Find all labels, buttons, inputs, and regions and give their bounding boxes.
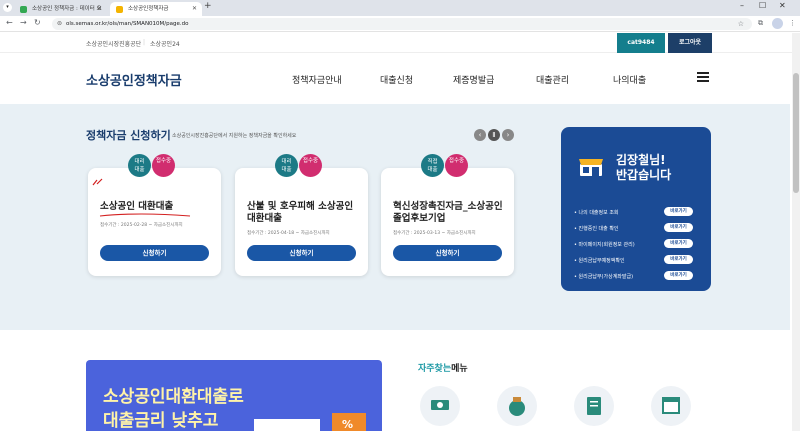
site-info-icon[interactable]: ⊜	[57, 20, 62, 27]
card-title: 혁신성장촉진자금_소상공인 졸업후보기업	[393, 201, 503, 224]
banner-line-1: 소상공인대환대출로	[103, 387, 244, 407]
apply-section: 정책자금 신청하기 소상공인시장진흥공단에서 지원하는 정책자금을 확인하세요 …	[0, 104, 790, 330]
goto-button[interactable]: 바로가기	[664, 223, 693, 232]
apply-button[interactable]: 신청하기	[100, 245, 209, 261]
pause-icon[interactable]: Ⅱ	[488, 129, 500, 141]
tab-favicon	[20, 6, 27, 13]
back-icon[interactable]: ←	[6, 18, 13, 27]
hamburger-menu-icon[interactable]	[697, 72, 709, 82]
goto-button[interactable]: 바로가기	[664, 271, 693, 280]
browser-tab-2[interactable]: 소상공인정책자금 ✕	[110, 2, 202, 16]
status-badge: 접수중	[299, 154, 322, 177]
goto-button[interactable]: 바로가기	[664, 255, 693, 264]
close-tab-icon[interactable]: ✕	[192, 2, 197, 16]
section-title: 정책자금 신청하기	[86, 129, 171, 142]
url-text: ols.semas.or.kr/ols/man/SMAN010M/page.do	[66, 21, 189, 27]
goto-button[interactable]: 바로가기	[664, 239, 693, 248]
browser-toolbar: ← → ↻ ⊜ ols.semas.or.kr/ols/man/SMAN010M…	[0, 16, 800, 32]
quick-item-label: • 원리금납부예정액확인	[574, 258, 625, 264]
extensions-icon[interactable]: ⧉	[758, 19, 763, 28]
banner-document-graphic	[254, 419, 320, 431]
utility-bar: 소상공인시장진흥공단 | 소상공인24 cat9484 로그아웃	[0, 33, 800, 53]
page-scrollbar[interactable]	[792, 33, 800, 431]
forward-icon[interactable]: →	[20, 18, 27, 27]
quick-item-label: • 원리금납부(가상계좌발급)	[574, 274, 634, 280]
banner-line-2: 대출금리 낮추고	[103, 411, 219, 431]
annotation-mark	[92, 178, 103, 186]
scrollbar-thumb[interactable]	[793, 73, 799, 193]
greeting: 김장철님! 반갑습니다	[616, 153, 671, 183]
annotation-underline	[99, 213, 191, 217]
nav-my-loans[interactable]: 나의대출	[613, 73, 646, 86]
apply-button[interactable]: 신청하기	[393, 245, 502, 261]
prev-arrow-icon[interactable]: ‹	[474, 129, 486, 141]
promo-banner[interactable]: 소상공인대환대출로 대출금리 낮추고 %	[86, 360, 382, 431]
site24-link[interactable]: 소상공인24	[150, 39, 180, 48]
close-tab-icon[interactable]: ✕	[97, 2, 102, 16]
logout-button[interactable]: 로그아웃	[668, 33, 712, 53]
bookmark-star-icon[interactable]: ☆	[738, 18, 744, 30]
card-period: 접수기간 : 2025-02-28 ~ 자금소진시까지	[100, 223, 183, 228]
nav-loan-apply[interactable]: 대출신청	[380, 73, 413, 86]
loan-type-badge: 대리 대출	[275, 154, 298, 177]
site-logo[interactable]: 소상공인정책자금	[86, 70, 182, 89]
tab-label: 소상공인 정책자금 : 데이터 요	[32, 6, 102, 12]
money-icon[interactable]	[420, 386, 460, 426]
card-period: 접수기간 : 2025-03-13 ~ 자금소진시까지	[393, 231, 476, 236]
tab-search-icon[interactable]: ▾	[3, 3, 12, 12]
profile-avatar[interactable]	[772, 18, 783, 29]
divider: |	[143, 39, 146, 46]
user-quick-panel: 김장철님! 반갑습니다 • 나의 대출정보 조회 바로가기 • 진행중인 대출 …	[561, 127, 711, 291]
card-period: 접수기간 : 2025-04-18 ~ 자금소진시까지	[247, 231, 330, 236]
faq-menu-title: 자주찾는메뉴	[418, 364, 468, 374]
apply-button[interactable]: 신청하기	[247, 245, 356, 261]
money-bag-icon[interactable]	[497, 386, 537, 426]
loan-type-badge: 대리 대출	[128, 154, 151, 177]
card-title: 산불 및 호우피해 소상공인 대환대출	[247, 201, 354, 224]
section-subtitle: 소상공인시장진흥공단에서 지원하는 정책자금을 확인하세요	[172, 133, 297, 139]
org-link[interactable]: 소상공인시장진흥공단	[86, 39, 141, 48]
quick-item-label: • 나의 대출정보 조회	[574, 210, 619, 216]
quick-item-label: • 마이페이지(회원정보 관리)	[574, 242, 635, 248]
shop-icon	[579, 159, 603, 176]
close-window-icon[interactable]: ✕	[779, 1, 786, 10]
new-tab-icon[interactable]: +	[204, 1, 212, 11]
browser-tab-1[interactable]: 소상공인 정책자금 : 데이터 요 ✕	[14, 2, 107, 16]
next-arrow-icon[interactable]: ›	[502, 129, 514, 141]
banner-percent-graphic: %	[332, 413, 366, 431]
status-badge: 접수중	[445, 154, 468, 177]
greeting-text: 반갑습니다	[616, 168, 672, 182]
quick-item-label: • 진행중인 대출 확인	[574, 226, 619, 232]
user-id-badge: cat9484	[617, 33, 665, 53]
loan-type-badge: 직접 대출	[421, 154, 444, 177]
fund-card[interactable]: 대리 대출 접수중 소상공인 대환대출 접수기간 : 2025-02-28 ~ 자…	[88, 154, 221, 276]
site-header: 소상공인정책자금 정책자금안내 대출신청 제증명발급 대출관리 나의대출	[0, 54, 800, 104]
browser-menu-icon[interactable]: ⋮	[789, 19, 796, 27]
address-bar[interactable]: ⊜ ols.semas.or.kr/ols/man/SMAN010M/page.…	[52, 18, 752, 30]
status-badge: 접수중	[152, 154, 175, 177]
nav-policy-fund[interactable]: 정책자금안내	[292, 73, 342, 86]
goto-button[interactable]: 바로가기	[664, 207, 693, 216]
reload-icon[interactable]: ↻	[34, 18, 41, 27]
nav-loan-manage[interactable]: 대출관리	[536, 73, 569, 86]
nav-certificate[interactable]: 제증명발급	[453, 73, 494, 86]
fund-card[interactable]: 대리 대출 접수중 산불 및 호우피해 소상공인 대환대출 접수기간 : 2025…	[235, 154, 368, 276]
browser-tab-bar: ▾ 소상공인 정책자금 : 데이터 요 ✕ 소상공인정책자금 ✕ + – ☐ ✕	[0, 0, 800, 16]
tab-label: 소상공인정책자금	[128, 6, 169, 12]
minimize-icon[interactable]: –	[740, 1, 744, 10]
greeting-name: 김장철님!	[616, 153, 666, 167]
maximize-icon[interactable]: ☐	[759, 1, 766, 10]
calendar-icon[interactable]	[651, 386, 691, 426]
fund-card[interactable]: 직접 대출 접수중 혁신성장촉진자금_소상공인 졸업후보기업 접수기간 : 202…	[381, 154, 514, 276]
tab-favicon	[116, 6, 123, 13]
document-icon[interactable]	[574, 386, 614, 426]
